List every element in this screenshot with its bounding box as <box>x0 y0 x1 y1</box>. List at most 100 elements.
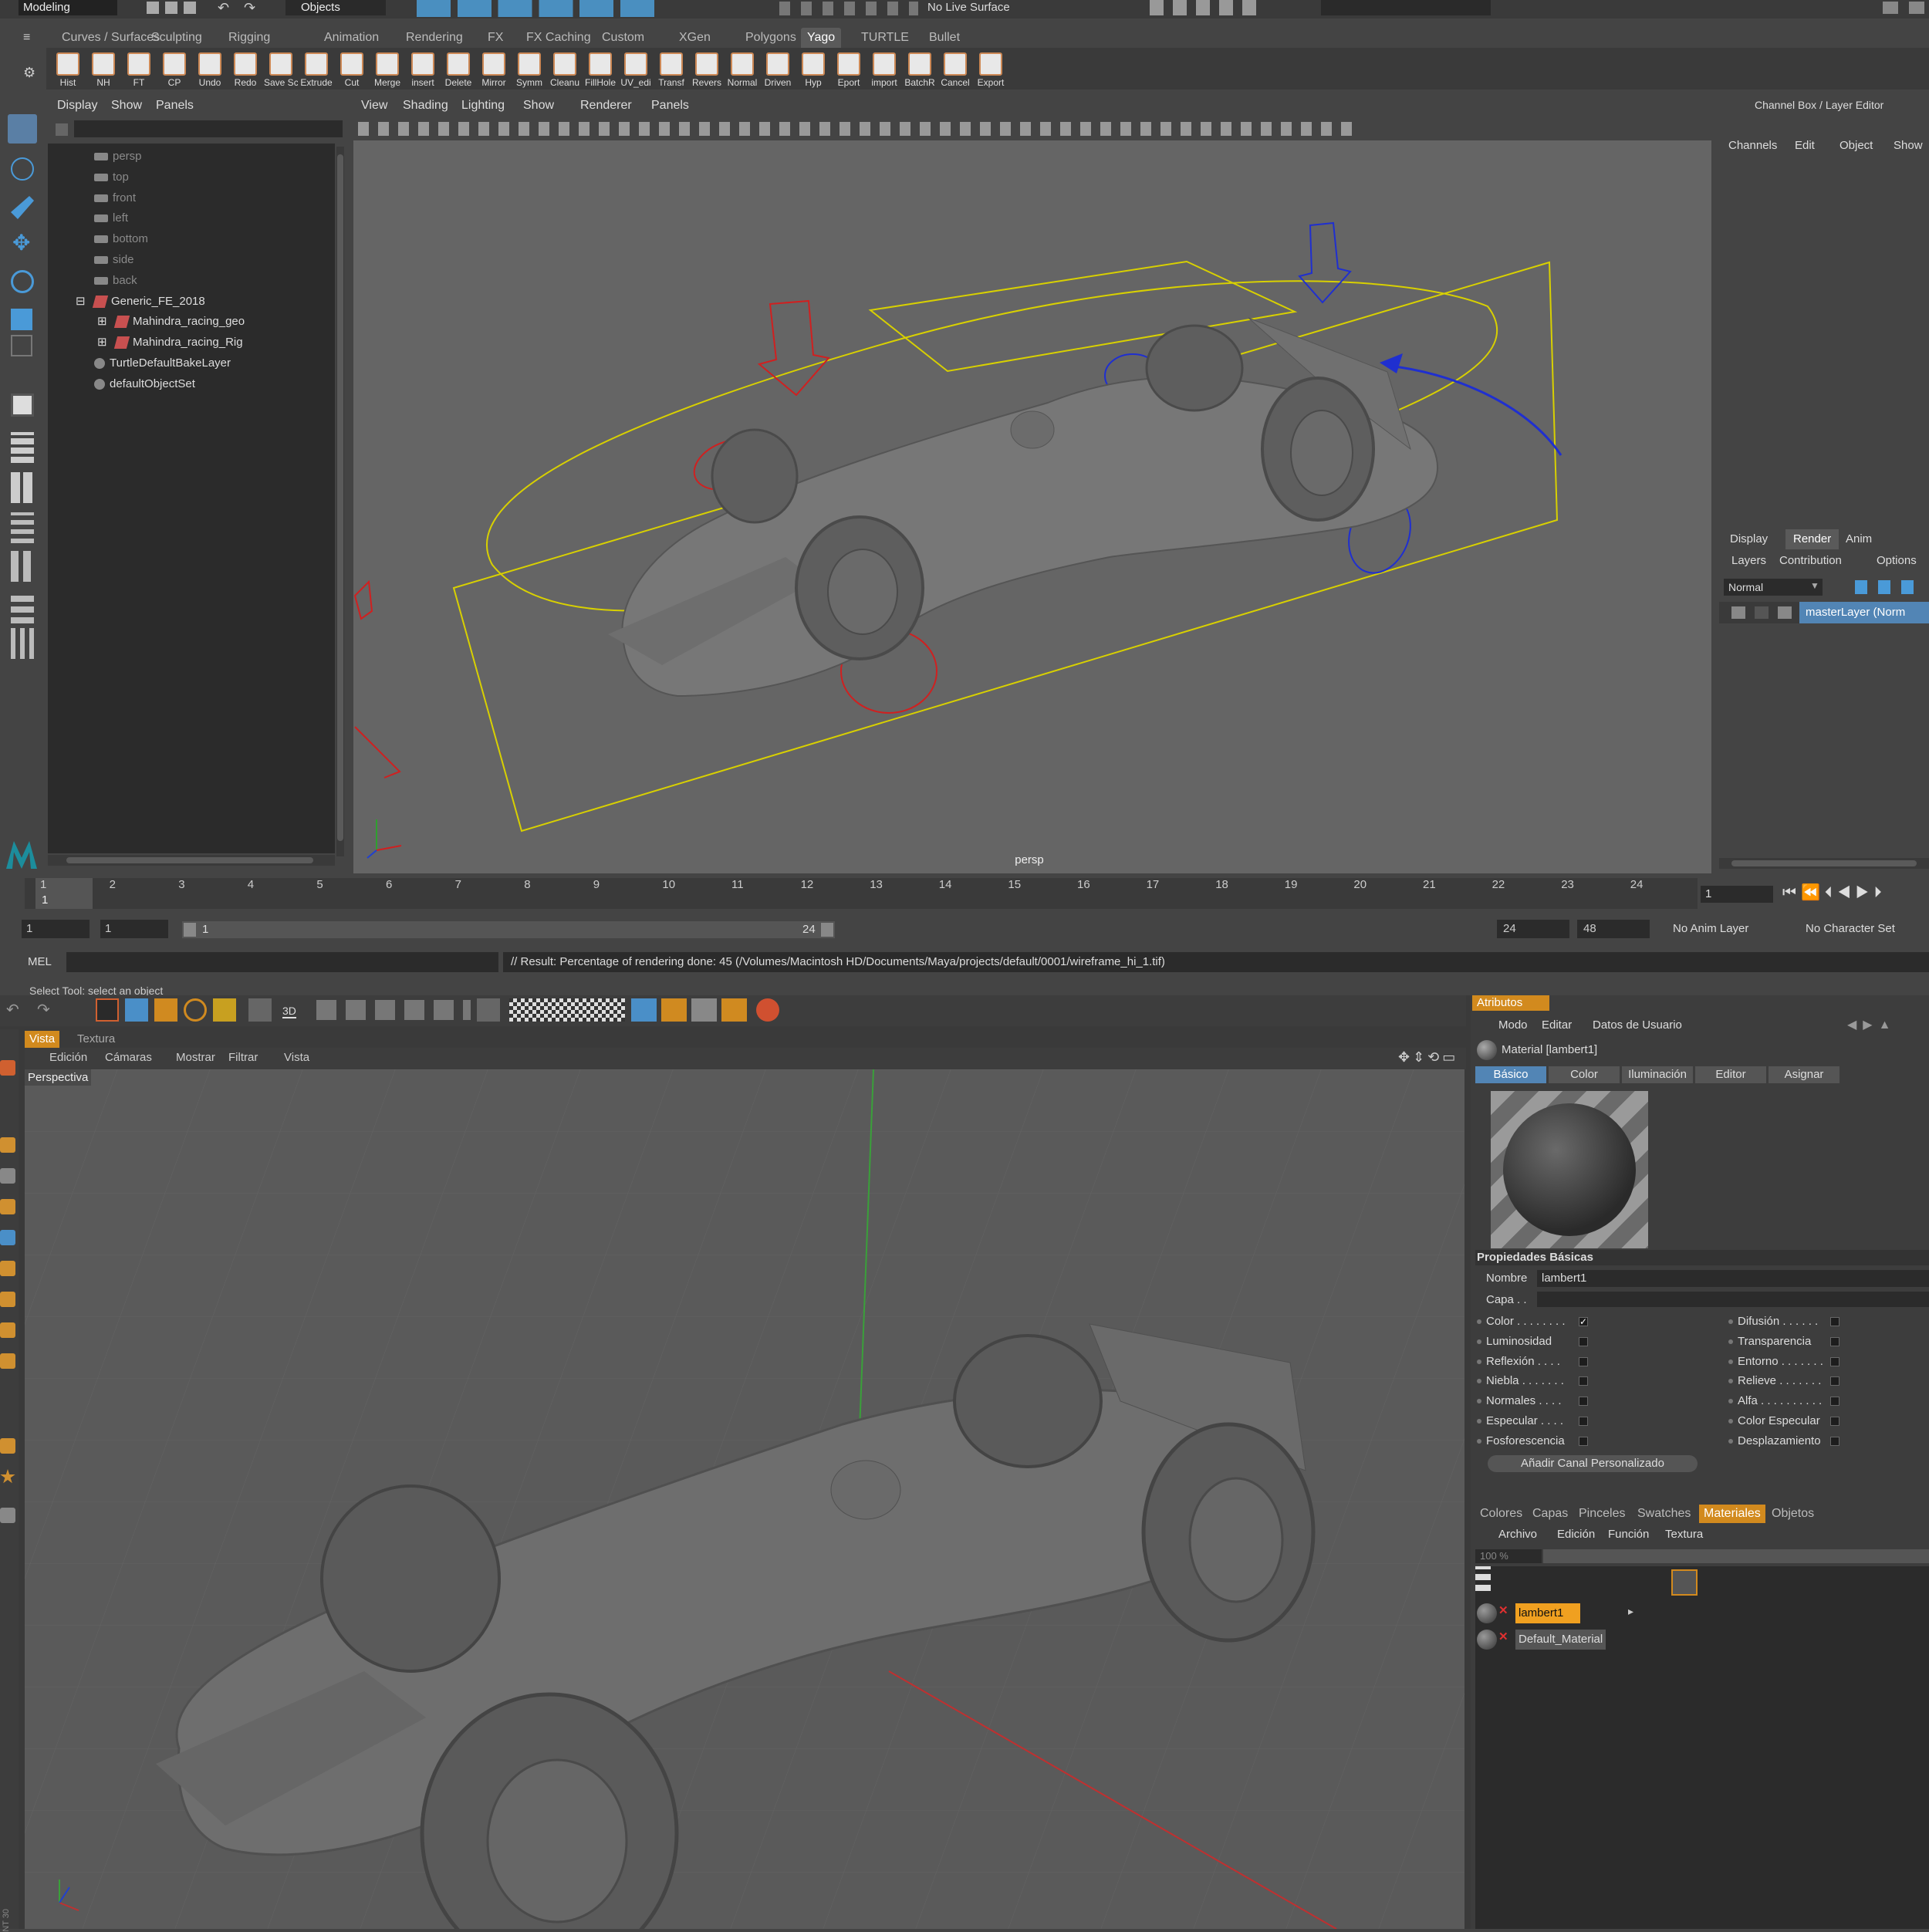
user-icon[interactable] <box>1909 2 1924 14</box>
material-row-lambert1[interactable]: ✕ lambert1 ▸ <box>1475 1600 1929 1625</box>
shelf-button-batchr[interactable]: BatchR <box>904 52 935 88</box>
master-layer-row[interactable]: masterLayer (Norm <box>1719 602 1929 623</box>
single-view-layout-icon[interactable] <box>11 393 34 417</box>
shelf-settings-icon[interactable]: ⚙ <box>23 65 35 81</box>
shelf-button-cp[interactable]: CP <box>159 52 190 88</box>
shelf-button-driven[interactable]: Driven <box>762 52 793 88</box>
layer-visibility-icon[interactable] <box>1755 606 1769 619</box>
shelf-tab-rigging[interactable]: Rigging <box>222 28 276 48</box>
channel-checkbox[interactable] <box>1579 1356 1588 1366</box>
layer-menu-contribution[interactable]: Contribution <box>1779 554 1842 567</box>
layer-menu-options[interactable]: Options <box>1877 554 1917 567</box>
channel-checkbox[interactable] <box>1830 1436 1839 1446</box>
materials-menu-archivo[interactable]: Archivo <box>1498 1528 1537 1541</box>
coordinate-icon[interactable] <box>248 998 272 1022</box>
rotate-tool-icon[interactable] <box>11 270 34 293</box>
paint-select-icon[interactable] <box>11 196 34 219</box>
c4d-view-menu-filtrar[interactable]: Filtrar <box>228 1051 258 1064</box>
shelf-button-undo[interactable]: Undo <box>194 52 225 88</box>
render-icons[interactable] <box>1150 0 1265 15</box>
view-nav-icons[interactable]: ✥⇕⟲▭ <box>1398 1049 1458 1066</box>
expand-arrow-icon[interactable]: ▸ <box>1628 1605 1633 1618</box>
materials-menu-textura[interactable]: Textura <box>1665 1528 1703 1541</box>
shelf-button-cut[interactable]: Cut <box>336 52 367 88</box>
shelf-tab-animation[interactable]: Animation <box>318 28 385 48</box>
outliner-menu-panels[interactable]: Panels <box>156 99 194 113</box>
mode-dropdown[interactable]: Modeling <box>19 0 117 15</box>
shelf-tab-yago[interactable]: Yago <box>801 28 842 48</box>
layer-tab-anim[interactable]: Anim <box>1838 529 1880 549</box>
input-line-field[interactable] <box>1321 0 1491 15</box>
c4d-view-menu-mostrar[interactable]: Mostrar <box>176 1051 215 1064</box>
light-icon[interactable] <box>756 998 779 1022</box>
picture-viewer-icon[interactable] <box>477 998 500 1022</box>
move-icon-c4d[interactable] <box>125 998 148 1022</box>
shelf-button-symm[interactable]: Symm <box>514 52 545 88</box>
materials-menu-edici-n[interactable]: Edición <box>1557 1528 1595 1541</box>
channel-box-menu-object[interactable]: Object <box>1839 139 1873 152</box>
materials-tab-objetos[interactable]: Objetos <box>1767 1505 1819 1523</box>
undo-icon[interactable]: ↶ <box>218 0 229 16</box>
lasso-tool-icon[interactable] <box>11 157 34 181</box>
channel-left-reflexi-n[interactable]: Reflexión . . . . <box>1477 1355 1588 1368</box>
tweak-icon[interactable] <box>0 1322 15 1338</box>
channel-checkbox[interactable] <box>1830 1317 1839 1327</box>
channel-right-relieve[interactable]: Relieve . . . . . . . <box>1728 1374 1839 1387</box>
delete-material-icon[interactable]: ✕ <box>1498 1603 1508 1617</box>
materials-tab-swatches[interactable]: Swatches <box>1633 1505 1695 1523</box>
channel-right-entorno[interactable]: Entorno . . . . . . . <box>1728 1355 1839 1368</box>
shelf-tab-rendering[interactable]: Rendering <box>400 28 469 48</box>
materials-tab-colores[interactable]: Colores <box>1475 1505 1527 1523</box>
shelf-button-import[interactable]: import <box>869 52 900 88</box>
attr-menu-datos-de-usuario[interactable]: Datos de Usuario <box>1593 1018 1682 1032</box>
graph-layout-icon[interactable] <box>11 551 34 582</box>
channel-checkbox[interactable] <box>1830 1336 1839 1346</box>
shelf-button-nh[interactable]: NH <box>88 52 119 88</box>
scene-end-field[interactable]: 48 <box>1577 920 1650 938</box>
3d-mode-icon[interactable]: 3D <box>282 1005 296 1018</box>
shelf-button-delete[interactable]: Delete <box>443 52 474 88</box>
channel-checkbox[interactable] <box>1579 1436 1588 1446</box>
layer-menu-layers[interactable]: Layers <box>1731 554 1766 567</box>
outliner-layout-icon[interactable] <box>11 512 34 543</box>
layer-field[interactable] <box>1537 1292 1929 1307</box>
outliner-item-defaultobjectset[interactable]: defaultObjectSet <box>94 374 195 394</box>
channel-left-normales[interactable]: Normales . . . . <box>1477 1394 1588 1407</box>
shelf-button-cancel[interactable]: Cancel <box>940 52 971 88</box>
outliner-item-mahindra-racing-geo[interactable]: ⊞ Mahindra_racing_geo <box>97 312 245 332</box>
snap-icons[interactable] <box>779 2 918 15</box>
persp-outliner-layout-icon[interactable] <box>11 593 34 623</box>
materials-tab-pinceles[interactable]: Pinceles <box>1574 1505 1630 1523</box>
blend-mode-dropdown[interactable]: Normal <box>1724 579 1823 596</box>
channel-right-color-especular[interactable]: Color Especular <box>1728 1414 1839 1427</box>
delete-material-icon[interactable]: ✕ <box>1498 1630 1508 1643</box>
materials-menu-funci-n[interactable]: Función <box>1608 1528 1649 1541</box>
outliner-item-left[interactable]: left <box>94 208 128 228</box>
shelf-button-hist[interactable]: Hist <box>52 52 83 88</box>
brush-icon[interactable] <box>0 1353 15 1369</box>
outliner-item-side[interactable]: side <box>94 250 134 270</box>
c4d-viewport[interactable]: Perspectiva <box>25 1069 1464 1929</box>
outliner-v-scrollbar[interactable] <box>336 147 344 856</box>
make-editable-icon[interactable] <box>0 1060 15 1076</box>
points-mode-icon[interactable] <box>0 1199 15 1214</box>
playback-controls[interactable]: ⏮⏪⏴◀▶⏵ <box>1782 883 1887 902</box>
channel-right-desplazamiento[interactable]: Desplazamiento <box>1728 1434 1839 1447</box>
shelf-tab-fx-caching[interactable]: FX Caching <box>520 28 597 48</box>
outliner-item-front[interactable]: front <box>94 188 136 208</box>
rotate-icon-c4d[interactable] <box>184 998 207 1022</box>
viewport-menu-lighting[interactable]: Lighting <box>461 99 505 113</box>
shelf-button-eport[interactable]: Eport <box>833 52 864 88</box>
shelf-tab-xgen[interactable]: XGen <box>673 28 717 48</box>
material-name[interactable]: Default_Material <box>1515 1630 1606 1650</box>
range-start-handle[interactable] <box>184 923 196 937</box>
master-layer-name[interactable]: masterLayer (Norm <box>1799 602 1929 623</box>
deformer-icons[interactable] <box>631 998 747 1022</box>
outliner-item-back[interactable]: back <box>94 271 137 291</box>
channel-checkbox[interactable] <box>1579 1376 1588 1387</box>
shelf-tab-polygons[interactable]: Polygons <box>739 28 802 48</box>
channel-left-color[interactable]: Color . . . . . . . . ✓ <box>1477 1315 1588 1328</box>
outliner-item-mahindra-racing-rig[interactable]: ⊞ Mahindra_racing_Rig <box>97 333 243 353</box>
channel-box-menu-channels[interactable]: Channels <box>1728 139 1777 152</box>
shelf-button-insert[interactable]: insert <box>407 52 438 88</box>
